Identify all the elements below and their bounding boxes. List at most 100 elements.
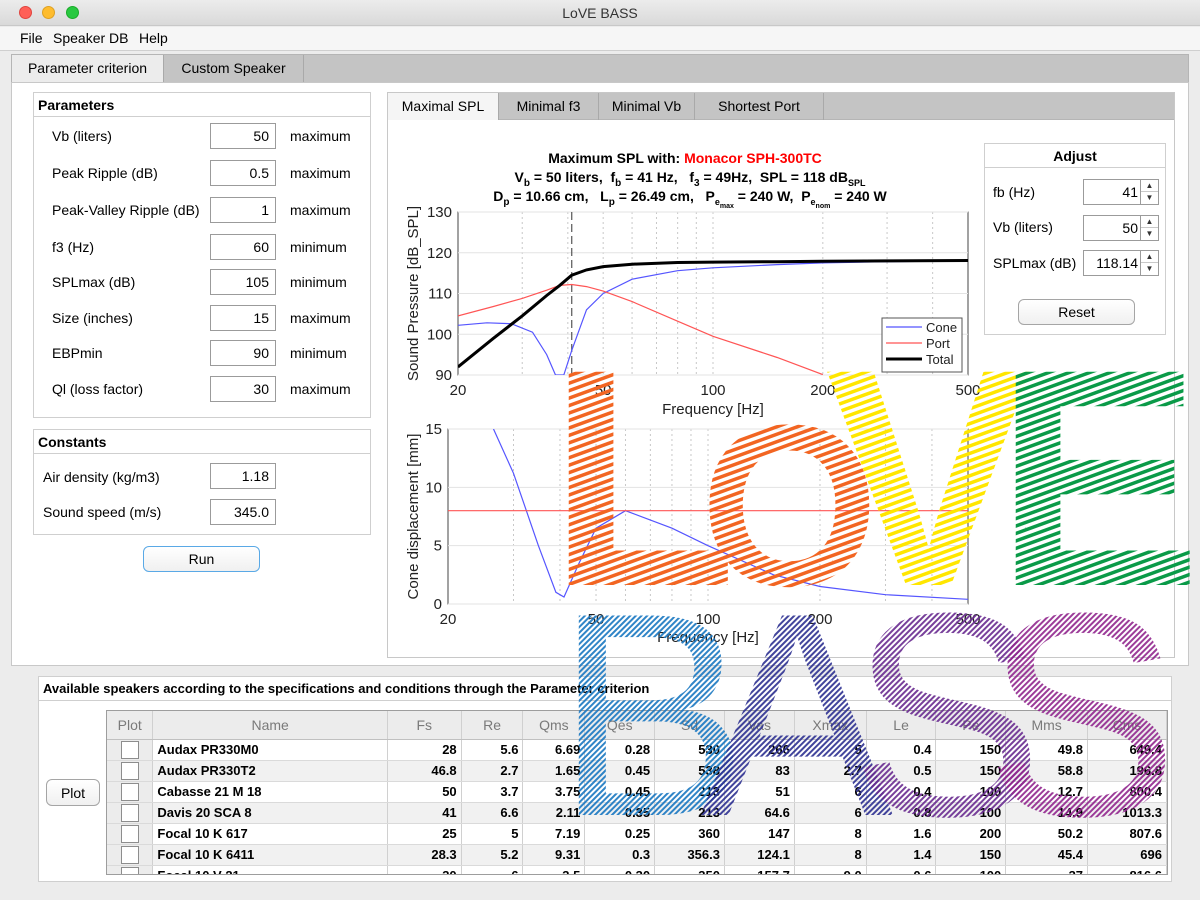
column-header[interactable]: Re [461,711,524,740]
legend: ConePortTotal [881,317,963,373]
table-cell: 64.6 [724,802,795,824]
adjust-fb-value[interactable]: 41 [1084,180,1141,204]
plot-checkbox-cell [107,802,154,824]
table-cell: 100 [935,781,1007,803]
adjust-splmax-label: SPLmax (dB) [993,255,1077,271]
column-header[interactable]: Plot [107,711,154,740]
table-cell: 0.4 [866,781,937,803]
reset-button[interactable]: Reset [1018,299,1135,325]
table-cell: 83 [724,760,795,782]
y-tick-label: 5 [434,538,442,555]
adjust-splmax-spinner[interactable]: 118.14 ▲ ▼ [1083,250,1159,276]
y-tick-label: 10 [425,479,442,496]
table-cell: 30 [387,865,462,874]
plot-checkbox-cell [107,760,154,782]
plot-checkbox[interactable] [120,824,139,843]
increment-icon[interactable]: ▲ [1141,180,1158,192]
table-row[interactable]: Davis 20 SCA 8 41 6.6 2.11 0.35 213 64.6 6 0.8 10… [107,802,1167,824]
table-cell: 200 [935,823,1007,845]
table-cell: 196.8 [1087,760,1167,782]
column-header[interactable]: Mms [1005,711,1089,740]
table-row[interactable]: Cabasse 21 M 18 50 3.7 3.75 0.45 213 51 6 0.4 100… [107,781,1167,803]
plot-button[interactable]: Plot [46,779,100,806]
table-row[interactable]: Focal 10 K 6411 28.3 5.2 9.31 0.3 356.3 124.1 8… [107,844,1167,866]
column-header[interactable]: Name [152,711,388,740]
table-cell: 6 [461,865,524,874]
table-cell: 157.7 [724,865,795,874]
x-tick-label: 20 [440,611,457,628]
increment-icon[interactable]: ▲ [1141,251,1158,263]
speaker-name-cell: Cabasse 21 M 18 [152,781,388,803]
table-cell: 649.4 [1087,739,1167,761]
table-cell: 1.6 [866,823,937,845]
table-cell: 0.4 [866,739,937,761]
y-tick-label: 100 [427,326,452,343]
table-cell: 6 [794,802,867,824]
table-cell: 49.8 [1005,739,1089,761]
y-tick-label: 110 [428,286,452,303]
adjust-splmax-value[interactable]: 118.14 [1084,251,1141,275]
table-cell: 12.7 [1005,781,1089,803]
x-tick-label: 50 [588,611,605,628]
table-cell: 350 [654,865,725,874]
table-cell: 0.3 [584,844,656,866]
table-cell: 2.11 [522,802,586,824]
table-cell: 0.25 [584,823,656,845]
table-cell: 6.69 [522,739,586,761]
column-header[interactable]: Vas [724,711,795,740]
table-cell: 147 [724,823,795,845]
table-row[interactable]: Focal 10 V 213063.50.30350157.79.00.6100… [107,865,1167,874]
plot-checkbox-cell [107,823,154,845]
column-header[interactable]: Qms [522,711,586,740]
decrement-icon[interactable]: ▼ [1141,228,1158,240]
plot-checkbox[interactable] [120,761,139,780]
plot-checkbox[interactable] [120,845,139,864]
adjust-title: Adjust [985,144,1165,168]
table-cell: 7.19 [522,823,586,845]
adjust-vb-label: Vb (liters) [993,219,1053,235]
table-cell: 8 [794,823,867,845]
table-row[interactable]: Audax PR330M0 28 5.6 6.69 0.28 530 266 5 0.4 150 4… [107,739,1167,761]
increment-icon[interactable]: ▲ [1141,216,1158,228]
column-header[interactable]: Pe [935,711,1007,740]
table-cell: 3.75 [522,781,586,803]
table-cell: 800.4 [1087,781,1167,803]
speaker-name-cell: Davis 20 SCA 8 [152,802,388,824]
table-row[interactable]: Audax PR330T2 46.8 2.7 1.65 0.45 538 83 2.7 0.5 1… [107,760,1167,782]
column-header[interactable]: Le [866,711,937,740]
table-cell: 5 [794,739,867,761]
plot-checkbox[interactable] [120,740,139,759]
table-cell: 150 [935,760,1007,782]
table-cell: 360 [654,823,725,845]
decrement-icon[interactable]: ▼ [1141,263,1158,275]
decrement-icon[interactable]: ▼ [1141,192,1158,204]
table-row[interactable]: Focal 10 K 617 25 5 7.19 0.25 360 147 8 1.6 200 50… [107,823,1167,845]
table-cell: 28 [387,739,462,761]
table-cell: 538 [654,760,725,782]
table-cell: 3.7 [461,781,524,803]
y-axis-label: Cone displacement [mm] [405,434,422,600]
column-header[interactable]: Sd [654,711,725,740]
table-cell: 5.2 [461,844,524,866]
column-header[interactable]: Qes [584,711,656,740]
column-header[interactable]: Xmax [794,711,867,740]
table-cell: 0.8 [866,802,937,824]
table-cell: 816.6 [1087,865,1167,874]
table-cell: 213 [654,802,725,824]
x-axis-label: Frequency [Hz] [657,629,759,646]
column-header[interactable]: Cms [1087,711,1167,740]
column-header[interactable]: Fs [387,711,462,740]
plot-checkbox[interactable] [120,803,139,822]
adjust-vb-spinner[interactable]: 50 ▲ ▼ [1083,215,1159,241]
adjust-fb-spinner[interactable]: 41 ▲ ▼ [1083,179,1159,205]
adjust-vb-value[interactable]: 50 [1084,216,1141,240]
x-tick-label: 500 [955,611,980,628]
table-cell: 6 [794,781,867,803]
legend-entry: Cone [926,320,957,335]
table-cell: 530 [654,739,725,761]
table-cell: 0.6 [866,865,937,874]
plot-checkbox[interactable] [120,866,139,874]
plot-checkbox[interactable] [120,782,139,801]
table-cell: 9.31 [522,844,586,866]
y-tick-label: 120 [427,245,452,262]
